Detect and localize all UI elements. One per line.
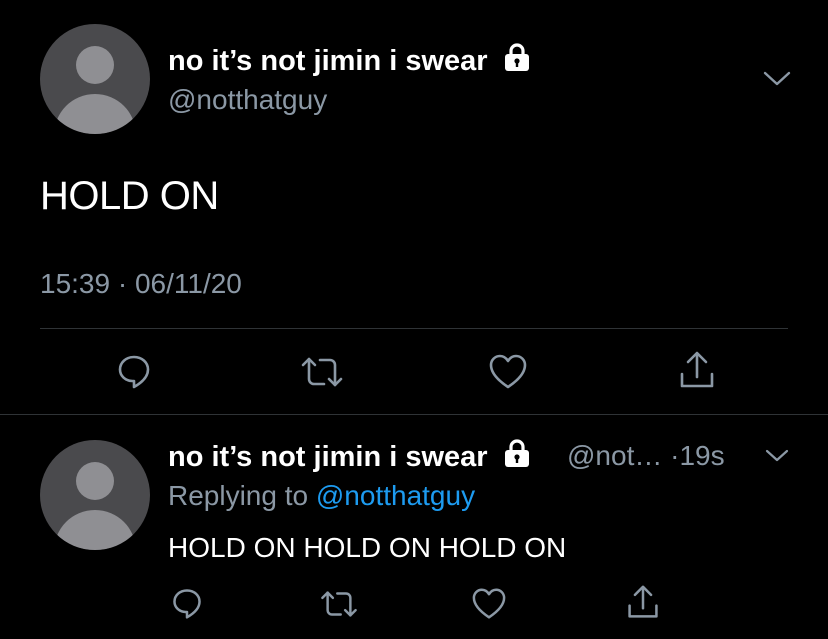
lock-icon bbox=[504, 439, 529, 467]
timestamp-date: 06/11/20 bbox=[134, 268, 242, 299]
chevron-down-icon[interactable] bbox=[764, 448, 790, 464]
avatar-head bbox=[76, 462, 114, 500]
avatar[interactable] bbox=[40, 440, 150, 550]
replying-to: Replying to @notthatguy bbox=[168, 480, 475, 512]
avatar-body bbox=[54, 510, 136, 550]
timestamp-separator: · bbox=[117, 268, 128, 299]
lock-icon bbox=[504, 43, 529, 71]
reply-icon[interactable] bbox=[170, 586, 204, 620]
heart-icon[interactable] bbox=[489, 354, 527, 390]
share-icon[interactable] bbox=[626, 584, 660, 620]
user-handle[interactable]: @not… bbox=[567, 440, 662, 471]
reply-meta: @not… ·19s bbox=[567, 440, 725, 472]
tweet-age: ·19s bbox=[670, 440, 725, 471]
avatar[interactable] bbox=[40, 24, 150, 134]
chevron-down-icon[interactable] bbox=[762, 70, 792, 88]
display-name-text: no it’s not jimin i swear bbox=[168, 45, 488, 77]
divider bbox=[40, 328, 788, 329]
reply-icon[interactable] bbox=[115, 352, 153, 390]
replying-to-prefix: Replying to bbox=[168, 480, 309, 511]
tweet-text: HOLD ON HOLD ON HOLD ON bbox=[168, 532, 567, 563]
display-name[interactable]: no it’s not jimin i swear bbox=[168, 438, 532, 474]
timestamp-time: 15:39 bbox=[40, 268, 111, 299]
heart-icon[interactable] bbox=[472, 588, 506, 620]
replying-to-link[interactable]: @notthatguy bbox=[316, 480, 475, 511]
avatar-body bbox=[54, 94, 136, 134]
timestamp[interactable]: 15:39 · 06/11/20 bbox=[40, 268, 242, 300]
avatar-head bbox=[76, 46, 114, 84]
display-name[interactable]: no it’s not jimin i swear bbox=[168, 42, 532, 78]
retweet-icon[interactable] bbox=[318, 588, 360, 620]
share-icon[interactable] bbox=[678, 350, 716, 390]
display-name-text: no it’s not jimin i swear bbox=[168, 441, 488, 473]
tweet-text: HOLD ON bbox=[40, 174, 219, 218]
section-divider bbox=[0, 414, 828, 415]
retweet-icon[interactable] bbox=[298, 354, 346, 390]
user-handle[interactable]: @notthatguy bbox=[168, 84, 327, 116]
